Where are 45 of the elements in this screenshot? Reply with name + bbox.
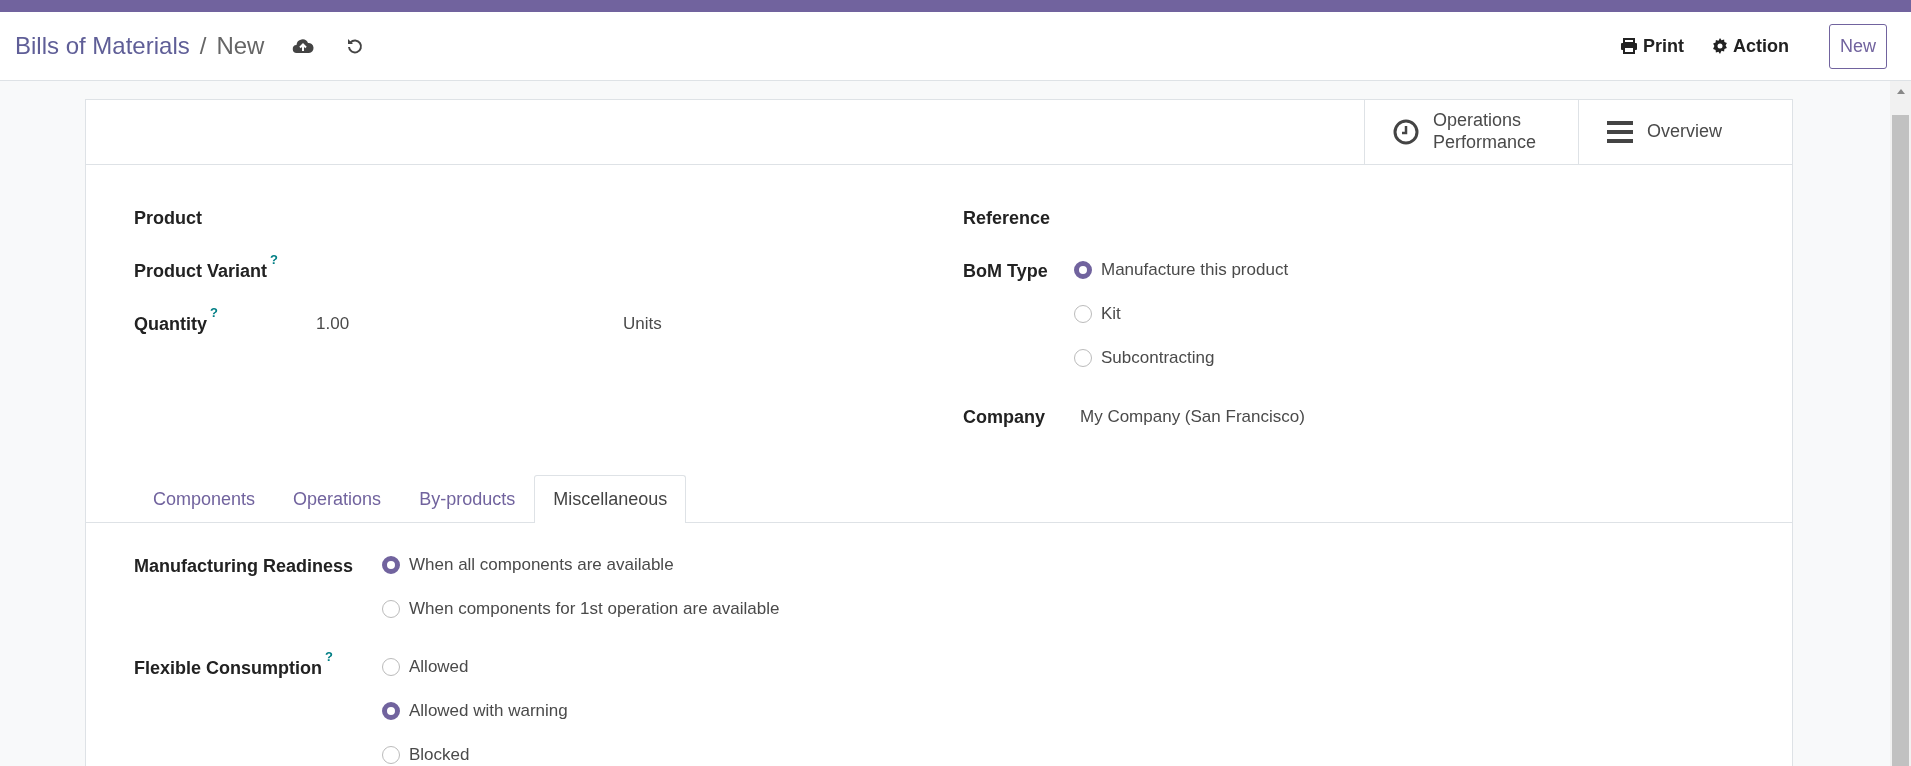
help-icon[interactable]: ? [210,304,218,320]
radio-button[interactable] [382,556,400,574]
help-icon[interactable]: ? [270,251,278,267]
tab[interactable]: Miscellaneous [534,475,687,523]
help-icon[interactable]: ? [325,648,333,664]
new-button[interactable]: New [1829,23,1887,69]
radio-button[interactable] [382,600,400,618]
radio-button[interactable] [1074,349,1092,367]
radio-button[interactable] [1074,261,1092,279]
radio-option[interactable]: Subcontracting [1074,336,1289,380]
radio-button[interactable] [1074,305,1092,323]
radio-button[interactable] [382,746,400,764]
radio-button[interactable] [382,702,400,720]
cloud-upload-icon [292,37,315,55]
printer-icon [1619,38,1638,54]
clock-icon [1393,119,1419,145]
field-label: Product [134,207,203,230]
tab[interactable]: Components [134,475,275,523]
field-label: Reference [963,207,1052,230]
radio-button[interactable] [382,658,400,676]
radio-option[interactable]: Manufacture this product [1074,248,1289,292]
radio-option[interactable]: When components for 1st operation are available [382,587,780,631]
radio-option[interactable]: When all components are available [382,543,780,587]
field-label: BoM Type [963,260,1049,283]
field-label: Manufacturing Readiness [134,555,355,578]
unit-value[interactable]: Units [623,311,662,337]
radio-option[interactable]: Kit [1074,292,1289,336]
menu-icon [1607,121,1633,143]
breadcrumb-current: New [216,31,265,61]
print-button[interactable]: Print [1613,28,1690,64]
tab[interactable]: Operations [274,475,401,523]
scroll-up-arrow-icon[interactable] [1895,87,1906,95]
breadcrumb-link[interactable]: Bills of Materials [15,28,190,64]
tab[interactable]: By-products [400,475,535,523]
company-value[interactable]: My Company (San Francisco) [1080,404,1305,430]
field-label: Company [963,406,1046,429]
radio-option[interactable]: Blocked [382,733,568,766]
scrollbar[interactable] [1890,81,1911,766]
breadcrumb-separator: / [199,31,207,61]
radio-option[interactable]: Allowed with warning [382,689,568,733]
radio-option[interactable]: Allowed [382,645,568,689]
quantity-value[interactable]: 1.00 [316,311,623,337]
undo-icon [346,37,365,55]
action-button[interactable]: Action [1706,28,1795,64]
gear-icon [1712,38,1728,54]
